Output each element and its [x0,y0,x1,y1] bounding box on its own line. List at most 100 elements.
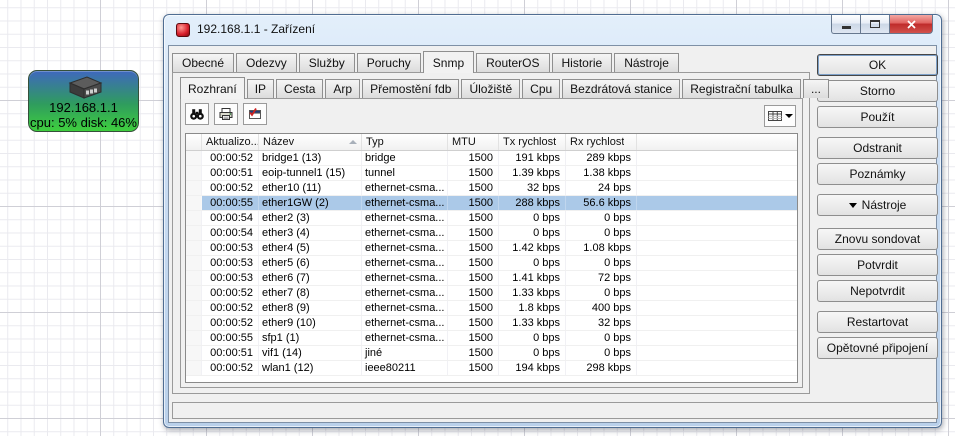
cell: ethernet-csma... [362,271,448,285]
table-row[interactable]: 00:00:53 ether6 (7) ethernet-csma... 1500 1.… [186,271,797,286]
tab-poruchy[interactable]: Poruchy [356,53,421,72]
minimize-button[interactable] [831,15,860,34]
subtab-lo-i-t[interactable]: Úložiště [461,79,521,98]
close-button[interactable] [889,15,933,34]
cell [186,286,202,300]
tab-routeros[interactable]: RouterOS [476,53,550,72]
new-window-button[interactable] [243,103,267,125]
cell: 1500 [448,361,499,375]
cell [186,256,202,270]
tab-odezvy[interactable]: Odezvy [236,53,297,72]
cell [186,211,202,225]
cell: 00:00:51 [202,346,259,360]
table-row[interactable]: 00:00:55 sfp1 (1) ethernet-csma... 1500 0 bp… [186,331,797,346]
cell: 00:00:52 [202,316,259,330]
table-row[interactable]: 00:00:52 ether7 (8) ethernet-csma... 1500 1.… [186,286,797,301]
cell: 0 bps [566,256,637,270]
button-label: Poznámky [849,167,906,181]
table-row[interactable]: 00:00:52 wlan1 (12) ieee80211 1500 194 kbps 2… [186,361,797,376]
tab-n-stroje[interactable]: Nástroje [614,53,679,72]
subtab-arp[interactable]: Arp [325,79,361,98]
table-row[interactable]: 00:00:52 ether8 (9) ethernet-csma... 1500 1.… [186,301,797,316]
subtab-rozhran[interactable]: Rozhraní [180,77,245,99]
button-ok[interactable]: OK [817,54,938,76]
cell [637,181,797,195]
dropdown-arrow-icon [848,202,857,208]
button-label: Potvrdit [857,258,898,272]
button-znovu-sondovat[interactable]: Znovu sondovat [817,228,938,250]
table-row[interactable]: 00:00:53 ether5 (6) ethernet-csma... 1500 0 … [186,256,797,271]
button-pou-t[interactable]: Použít [817,106,938,128]
tab-historie[interactable]: Historie [551,53,613,72]
button-pozn-mky[interactable]: Poznámky [817,163,938,185]
subtab-p-emost-n-fdb[interactable]: Přemostění fdb [362,79,460,98]
router-icon [68,76,102,99]
column-header-tx-rychlost[interactable]: Tx rychlost [499,134,566,150]
window-controls [831,15,933,34]
cell: ethernet-csma... [362,331,448,345]
cell: 0 bps [499,346,566,360]
table-row[interactable]: 00:00:51 vif1 (14) jiné 1500 0 bps 0 bps [186,346,797,361]
table-row[interactable]: 00:00:54 ether3 (4) ethernet-csma... 1500 0 … [186,226,797,241]
rozhrani-sub-page: Aktualizo... Název Typ MTU Tx rychlost Rx ryc… [180,98,803,388]
button-op-tovn-p-ipojen[interactable]: Opětovné připojení [817,337,938,359]
table-row[interactable]: 00:00:54 ether2 (3) ethernet-csma... 1500 0 … [186,211,797,226]
print-button[interactable] [214,103,238,125]
table-row[interactable]: 00:00:52 ether9 (10) ethernet-csma... 1500 1… [186,316,797,331]
subtab-cpu[interactable]: Cpu [522,79,561,98]
subtab-cesta[interactable]: Cesta [276,79,324,98]
cell: 00:00:52 [202,151,259,165]
cell: 00:00:52 [202,181,259,195]
table-row[interactable]: 00:00:52 ether10 (11) ethernet-csma... 1500… [186,181,797,196]
cell: 00:00:53 [202,256,259,270]
cell: ether7 (8) [259,286,362,300]
cell: 00:00:55 [202,196,259,210]
titlebar[interactable]: 192.168.1.1 - Zařízení [164,15,941,45]
interface-table-header: Aktualizo... Název Typ MTU Tx rychlost Rx ryc… [186,134,797,151]
column-header-n-zev[interactable]: Název [259,134,362,150]
subtab-blank[interactable]: ... [802,79,829,98]
device-node[interactable]: 192.168.1.1 cpu: 5% disk: 46% [28,70,139,132]
button-potvrdit[interactable]: Potvrdit [817,254,938,276]
column-header-label: Název [263,136,295,148]
column-header-blank[interactable] [186,134,202,150]
column-picker-button[interactable] [764,105,796,127]
cell: 0 bps [499,211,566,225]
subtab-ip[interactable]: IP [246,79,275,98]
subtab-bezdr-tov-stanice[interactable]: Bezdrátová stanice [562,79,681,98]
button-nepotvrdit[interactable]: Nepotvrdit [817,280,938,302]
table-row[interactable]: 00:00:51 eoip-tunnel1 (15) tunnel 1500 1.39 … [186,166,797,181]
button-label: OK [868,58,887,72]
button-restartovat[interactable]: Restartovat [817,311,938,333]
button-n-stroje[interactable]: Nástroje [817,194,938,216]
cell: 191 kbps [499,151,566,165]
table-row[interactable]: 00:00:55 ether1GW (2) ethernet-csma... 1500… [186,196,797,211]
table-row[interactable]: 00:00:53 ether4 (5) ethernet-csma... 1500 1.… [186,241,797,256]
maximize-button[interactable] [860,15,889,34]
subtab-registra-n-tabulka[interactable]: Registrační tabulka [682,79,801,98]
cell: 56.6 kbps [566,196,637,210]
column-header-label: Tx rychlost [503,136,557,148]
column-header-aktualizo[interactable]: Aktualizo... [202,134,259,150]
button-odstranit[interactable]: Odstranit [817,137,938,159]
cell: 400 bps [566,301,637,315]
tab-obecn[interactable]: Obecné [172,53,235,72]
snmp-tab-page: Rozhraní IP Cesta Arp Přemostění fdb Úložiště… [172,72,829,394]
cell: bridge1 (13) [259,151,362,165]
tab-snmp[interactable]: Snmp [422,51,475,73]
column-header-typ[interactable]: Typ [362,134,448,150]
tab-slu-by[interactable]: Služby [298,53,355,72]
cell: 1.39 kbps [499,166,566,180]
cell [186,346,202,360]
find-button[interactable] [185,103,209,125]
button-storno[interactable]: Storno [817,80,938,102]
status-bar [172,402,938,419]
new-window-check-icon [249,108,261,119]
cell: 1500 [448,301,499,315]
table-row[interactable]: 00:00:52 bridge1 (13) bridge 1500 191 kbps 28… [186,151,797,166]
cell: ether3 (4) [259,226,362,240]
column-header-rx-rychlost[interactable]: Rx rychlost [566,134,637,150]
column-header-mtu[interactable]: MTU [448,134,499,150]
cell: ether8 (9) [259,301,362,315]
cell: ether5 (6) [259,256,362,270]
